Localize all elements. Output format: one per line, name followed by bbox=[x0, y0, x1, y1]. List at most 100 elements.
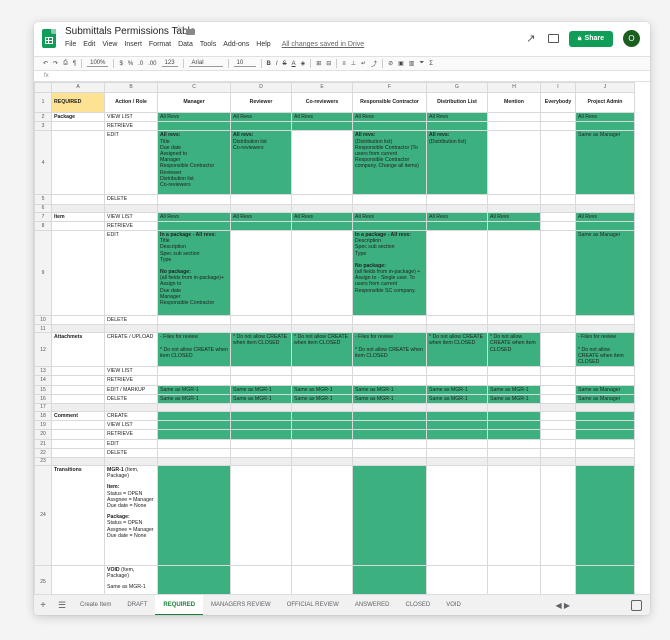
column-header-i[interactable]: I bbox=[540, 82, 576, 93]
cell-a2[interactable]: Package bbox=[51, 111, 105, 123]
row-number[interactable]: 16 bbox=[34, 393, 52, 405]
cell-f5[interactable] bbox=[352, 194, 427, 205]
cell-j17[interactable] bbox=[575, 403, 635, 413]
cell-j20[interactable] bbox=[575, 429, 635, 440]
cell-j3[interactable] bbox=[575, 121, 635, 132]
cell-d12[interactable]: * Do not allow CREATE when item CLOSED bbox=[230, 332, 292, 368]
cell-f11[interactable] bbox=[352, 324, 427, 334]
save-status[interactable]: All changes saved in Drive bbox=[282, 41, 365, 48]
cell-i5[interactable] bbox=[540, 194, 576, 205]
cell-i3[interactable] bbox=[540, 121, 576, 132]
cell-g18[interactable] bbox=[426, 411, 488, 422]
cell-f20[interactable] bbox=[352, 429, 427, 440]
cell-d13[interactable] bbox=[230, 366, 292, 377]
cell-c10[interactable] bbox=[157, 315, 231, 326]
cell-i15[interactable] bbox=[540, 384, 576, 395]
cell-g21[interactable] bbox=[426, 438, 488, 449]
cell-i17[interactable] bbox=[540, 403, 576, 413]
cell-h19[interactable] bbox=[487, 420, 541, 431]
cell-f23[interactable] bbox=[352, 457, 427, 467]
cell-f22[interactable] bbox=[352, 447, 427, 459]
cell-h22[interactable] bbox=[487, 447, 541, 459]
row-number[interactable]: 25 bbox=[34, 565, 52, 594]
cell-a21[interactable] bbox=[51, 438, 105, 449]
column-header-a[interactable]: A bbox=[51, 82, 105, 93]
cell-c14[interactable] bbox=[157, 375, 231, 386]
cell-g20[interactable] bbox=[426, 429, 488, 440]
cell-c19[interactable] bbox=[157, 420, 231, 431]
cell-c13[interactable] bbox=[157, 366, 231, 377]
cell-d15[interactable]: Same as MGR-1 bbox=[230, 384, 292, 395]
cell-e5[interactable] bbox=[291, 194, 353, 205]
cell-i12[interactable] bbox=[540, 332, 576, 368]
cell-g14[interactable] bbox=[426, 375, 488, 386]
cell-b18[interactable]: CREATE bbox=[104, 411, 158, 422]
cell-j16[interactable]: Same as Manager bbox=[575, 393, 635, 405]
menu-insert[interactable]: Insert bbox=[124, 41, 142, 48]
row-number[interactable]: 15 bbox=[34, 384, 52, 395]
cell-e14[interactable] bbox=[291, 375, 353, 386]
zoom-select[interactable]: 100% bbox=[87, 60, 109, 67]
cell-f6[interactable] bbox=[352, 203, 427, 213]
cell-e7[interactable]: All Revs bbox=[291, 211, 353, 222]
row-number[interactable]: 17 bbox=[34, 403, 52, 413]
print-icon[interactable]: ⎙ bbox=[63, 60, 68, 67]
cell-c15[interactable]: Same as MGR-1 bbox=[157, 384, 231, 395]
cell-c20[interactable] bbox=[157, 429, 231, 440]
cell-j5[interactable] bbox=[575, 194, 635, 205]
cell-g24[interactable] bbox=[426, 465, 488, 567]
borders-icon[interactable]: ⊞ bbox=[316, 60, 321, 67]
cell-i16[interactable] bbox=[540, 393, 576, 405]
row-number[interactable]: 24 bbox=[34, 465, 52, 567]
cell-g19[interactable] bbox=[426, 420, 488, 431]
cell-a24[interactable]: Transitions bbox=[51, 465, 105, 567]
cell-i23[interactable] bbox=[540, 457, 576, 467]
vertical-align-icon[interactable]: ⊥ bbox=[351, 60, 356, 67]
cell-j15[interactable]: Same as Manager bbox=[575, 384, 635, 395]
cell-b7[interactable]: VIEW LIST bbox=[104, 211, 158, 222]
cell-d25[interactable] bbox=[230, 565, 292, 594]
cell-e2[interactable]: All Revs bbox=[291, 111, 353, 123]
cell-f9[interactable]: In a package - All revs: Description Spe… bbox=[352, 230, 427, 317]
paint-format-icon[interactable]: ¶ bbox=[73, 61, 76, 67]
cell-i9[interactable] bbox=[540, 230, 576, 317]
cell-i4[interactable] bbox=[540, 130, 576, 196]
select-all-corner[interactable] bbox=[34, 82, 52, 93]
row-number[interactable]: 4 bbox=[34, 130, 52, 196]
column-header-b[interactable]: B bbox=[104, 82, 158, 93]
cell-c4[interactable]: All revs: Title Due date Assigned to Mana… bbox=[157, 130, 231, 196]
cell-f3[interactable] bbox=[352, 121, 427, 132]
cell-d23[interactable] bbox=[230, 457, 292, 467]
cell-j21[interactable] bbox=[575, 438, 635, 449]
menu-addons[interactable]: Add-ons bbox=[223, 41, 249, 48]
cell-f12[interactable]: - Files for review * Do not allow CREATE… bbox=[352, 332, 427, 368]
cell-a19[interactable] bbox=[51, 420, 105, 431]
cell-d1[interactable]: Reviewer bbox=[230, 92, 292, 113]
tab-void[interactable]: VOID bbox=[438, 595, 469, 616]
cell-a14[interactable] bbox=[51, 375, 105, 386]
insert-link-icon[interactable]: ⊘ bbox=[388, 60, 393, 67]
cell-a13[interactable] bbox=[51, 366, 105, 377]
tab-managers-review[interactable]: MANAGERS REVIEW bbox=[203, 595, 279, 616]
cell-d19[interactable] bbox=[230, 420, 292, 431]
cell-a15[interactable] bbox=[51, 384, 105, 395]
cell-g12[interactable]: * Do not allow CREATE when item CLOSED bbox=[426, 332, 488, 368]
cell-j19[interactable] bbox=[575, 420, 635, 431]
cell-c17[interactable] bbox=[157, 403, 231, 413]
cell-e6[interactable] bbox=[291, 203, 353, 213]
text-rotation-icon[interactable]: ⤴ bbox=[371, 59, 377, 68]
cell-g17[interactable] bbox=[426, 403, 488, 413]
cell-j1[interactable]: Project Admin bbox=[575, 92, 635, 113]
cell-j4[interactable]: Same as Manager bbox=[575, 130, 635, 196]
cell-b2[interactable]: VIEW LIST bbox=[104, 111, 158, 123]
redo-icon[interactable]: ↷ bbox=[53, 60, 58, 67]
menu-format[interactable]: Format bbox=[149, 41, 171, 48]
column-header-j[interactable]: J bbox=[575, 82, 635, 93]
cell-a4[interactable] bbox=[51, 130, 105, 196]
cell-d4[interactable]: All revs: Distribution list Co-reviewers bbox=[230, 130, 292, 196]
cell-b3[interactable]: RETRIEVE bbox=[104, 121, 158, 132]
cell-a12[interactable]: Attachmets bbox=[51, 332, 105, 368]
row-number[interactable]: 5 bbox=[34, 194, 52, 205]
row-number[interactable]: 6 bbox=[34, 203, 52, 213]
column-header-d[interactable]: D bbox=[230, 82, 292, 93]
